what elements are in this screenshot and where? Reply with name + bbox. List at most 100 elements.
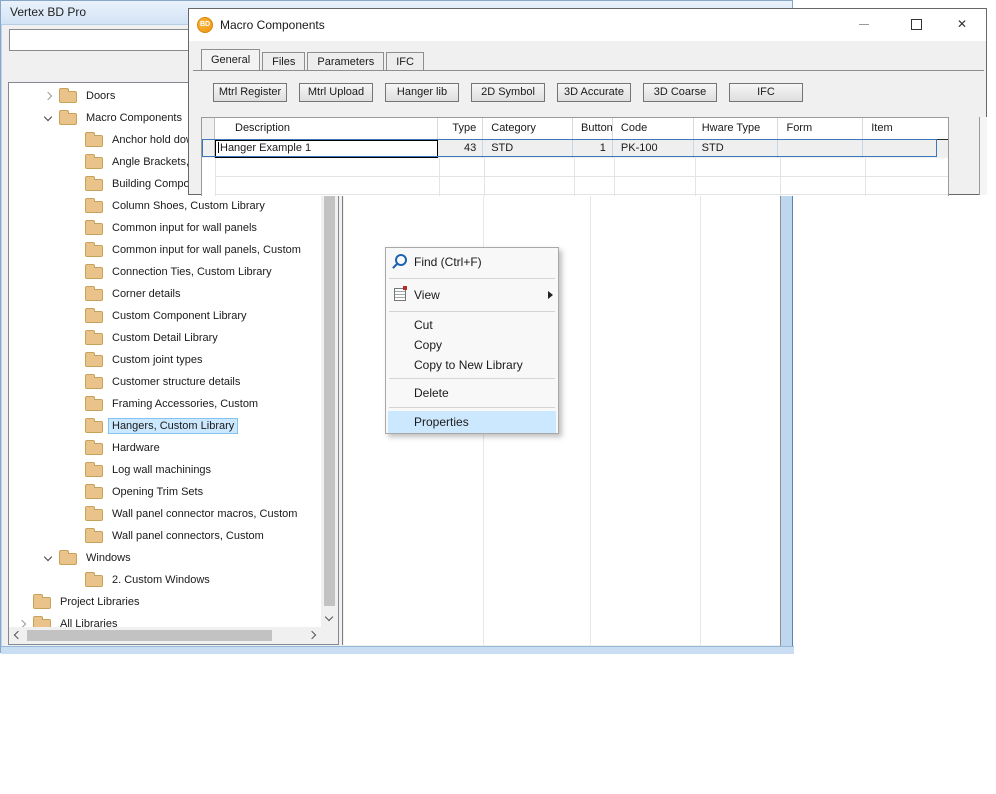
- grid-column-header[interactable]: Hware Type: [694, 118, 779, 139]
- folder-icon: [85, 157, 103, 169]
- grid-column-header[interactable]: Category: [483, 118, 573, 139]
- toolbar-button[interactable]: Mtrl Upload: [299, 83, 373, 102]
- expander-chevron-icon[interactable]: [67, 440, 83, 456]
- toolbar-button[interactable]: Mtrl Register: [213, 83, 287, 102]
- tree-item[interactable]: Common input for wall panels: [9, 217, 321, 239]
- toolbar-button[interactable]: 3D Coarse: [643, 83, 717, 102]
- expander-chevron-icon[interactable]: [67, 462, 83, 478]
- context-menu-item[interactable]: Cut: [388, 315, 556, 335]
- expander-chevron-icon[interactable]: [67, 374, 83, 390]
- expander-chevron-icon[interactable]: [15, 616, 31, 627]
- expander-chevron-icon[interactable]: [67, 198, 83, 214]
- tree-item[interactable]: Project Libraries: [9, 591, 321, 613]
- tree-item[interactable]: Corner details: [9, 283, 321, 305]
- expander-chevron-icon[interactable]: [67, 506, 83, 522]
- toolbar-button[interactable]: IFC: [729, 83, 803, 102]
- expander-chevron-icon[interactable]: [15, 594, 31, 610]
- window-frame-bottom[interactable]: [1, 646, 794, 654]
- tree-item[interactable]: Custom joint types: [9, 349, 321, 371]
- tree-hscroll-thumb[interactable]: [27, 630, 272, 641]
- expander-chevron-icon[interactable]: [67, 352, 83, 368]
- scroll-down-arrow-icon[interactable]: [321, 610, 338, 627]
- toolbar-button[interactable]: 2D Symbol: [471, 83, 545, 102]
- tab[interactable]: IFC: [386, 52, 424, 70]
- toolbar-button-label: 3D Coarse: [654, 86, 707, 98]
- tree-item[interactable]: Wall panel connector macros, Custom: [9, 503, 321, 525]
- tree-item[interactable]: Framing Accessories, Custom: [9, 393, 321, 415]
- context-menu-item[interactable]: [389, 378, 555, 379]
- expander-chevron-icon[interactable]: [67, 484, 83, 500]
- dialog-scrollbar[interactable]: [979, 117, 987, 195]
- context-menu-item[interactable]: Find (Ctrl+F): [388, 249, 556, 275]
- expander-chevron-icon[interactable]: [67, 330, 83, 346]
- toolbar-button[interactable]: Hanger lib: [385, 83, 459, 102]
- tree-item[interactable]: 2. Custom Windows: [9, 569, 321, 591]
- description-cell[interactable]: Hanger Example 1: [215, 140, 438, 158]
- grid-data-row[interactable]: Hanger Example 1 43 STD 1 PK-100 STD: [202, 140, 948, 158]
- code-cell[interactable]: PK-100: [613, 140, 694, 158]
- tree-item[interactable]: Hardware: [9, 437, 321, 459]
- expander-chevron-icon[interactable]: [67, 242, 83, 258]
- type-cell[interactable]: 43: [438, 140, 483, 158]
- context-menu-item[interactable]: [389, 311, 555, 312]
- context-menu: Find (Ctrl+F) View: [385, 247, 559, 434]
- tree-item[interactable]: Wall panel connectors, Custom: [9, 525, 321, 547]
- tree-item[interactable]: Common input for wall panels, Custom: [9, 239, 321, 261]
- item-cell[interactable]: [863, 140, 948, 158]
- expander-chevron-icon[interactable]: [67, 264, 83, 280]
- expander-chevron-icon[interactable]: [67, 308, 83, 324]
- tab[interactable]: Parameters: [307, 52, 384, 70]
- grid-column-header[interactable]: Form: [778, 118, 863, 139]
- minimize-button[interactable]: [849, 13, 879, 35]
- form-cell[interactable]: [778, 140, 863, 158]
- expander-chevron-icon[interactable]: [67, 132, 83, 148]
- tab[interactable]: General: [201, 49, 260, 70]
- tree-item-label: Custom joint types: [109, 353, 205, 367]
- context-menu-item[interactable]: View: [388, 282, 556, 308]
- scroll-left-arrow-icon[interactable]: [9, 627, 26, 644]
- grid-column-header[interactable]: Description: [215, 118, 438, 139]
- expander-chevron-icon[interactable]: [41, 88, 57, 104]
- expander-chevron-icon[interactable]: [67, 154, 83, 170]
- grid-column-header[interactable]: Type: [438, 118, 483, 139]
- grid-column-header[interactable]: Button: [573, 118, 613, 139]
- tree-item[interactable]: Customer structure details: [9, 371, 321, 393]
- category-cell[interactable]: STD: [483, 140, 573, 158]
- context-menu-item[interactable]: Delete: [388, 382, 556, 404]
- context-menu-item[interactable]: [389, 278, 555, 279]
- context-menu-item[interactable]: [389, 407, 555, 408]
- tree-item[interactable]: Column Shoes, Custom Library: [9, 195, 321, 217]
- expander-chevron-icon[interactable]: [67, 176, 83, 192]
- close-button[interactable]: ✕: [947, 13, 977, 35]
- dialog-titlebar[interactable]: BD Macro Components ✕: [189, 9, 986, 41]
- expander-chevron-icon[interactable]: [67, 572, 83, 588]
- hware-type-cell[interactable]: STD: [694, 140, 779, 158]
- tree-item[interactable]: Opening Trim Sets: [9, 481, 321, 503]
- expander-chevron-icon[interactable]: [67, 528, 83, 544]
- maximize-button[interactable]: [901, 13, 931, 35]
- expander-chevron-icon[interactable]: [67, 220, 83, 236]
- expander-chevron-icon[interactable]: [67, 286, 83, 302]
- context-menu-item[interactable]: Properties: [388, 411, 556, 433]
- tree-item[interactable]: Log wall machinings: [9, 459, 321, 481]
- tree-item[interactable]: Custom Detail Library: [9, 327, 321, 349]
- context-menu-item[interactable]: Copy: [388, 335, 556, 355]
- context-menu-item[interactable]: Copy to New Library: [388, 355, 556, 375]
- expander-chevron-icon[interactable]: [41, 110, 57, 126]
- expander-chevron-icon[interactable]: [41, 550, 57, 566]
- column-header-label: Item: [871, 122, 892, 134]
- tree-item[interactable]: Custom Component Library: [9, 305, 321, 327]
- tree-item[interactable]: Hangers, Custom Library: [9, 415, 321, 437]
- expander-chevron-icon[interactable]: [67, 396, 83, 412]
- toolbar-button[interactable]: 3D Accurate: [557, 83, 631, 102]
- row-header-cell[interactable]: [202, 140, 215, 158]
- tree-item[interactable]: Connection Ties, Custom Library: [9, 261, 321, 283]
- tree-item[interactable]: All Libraries: [9, 613, 321, 627]
- grid-column-header[interactable]: Item: [863, 118, 948, 139]
- button-cell[interactable]: 1: [573, 140, 613, 158]
- tab[interactable]: Files: [262, 52, 305, 70]
- tree-item[interactable]: Windows: [9, 547, 321, 569]
- grid-column-header[interactable]: Code: [613, 118, 694, 139]
- tree-horizontal-scrollbar[interactable]: [9, 627, 338, 644]
- expander-chevron-icon[interactable]: [67, 418, 83, 434]
